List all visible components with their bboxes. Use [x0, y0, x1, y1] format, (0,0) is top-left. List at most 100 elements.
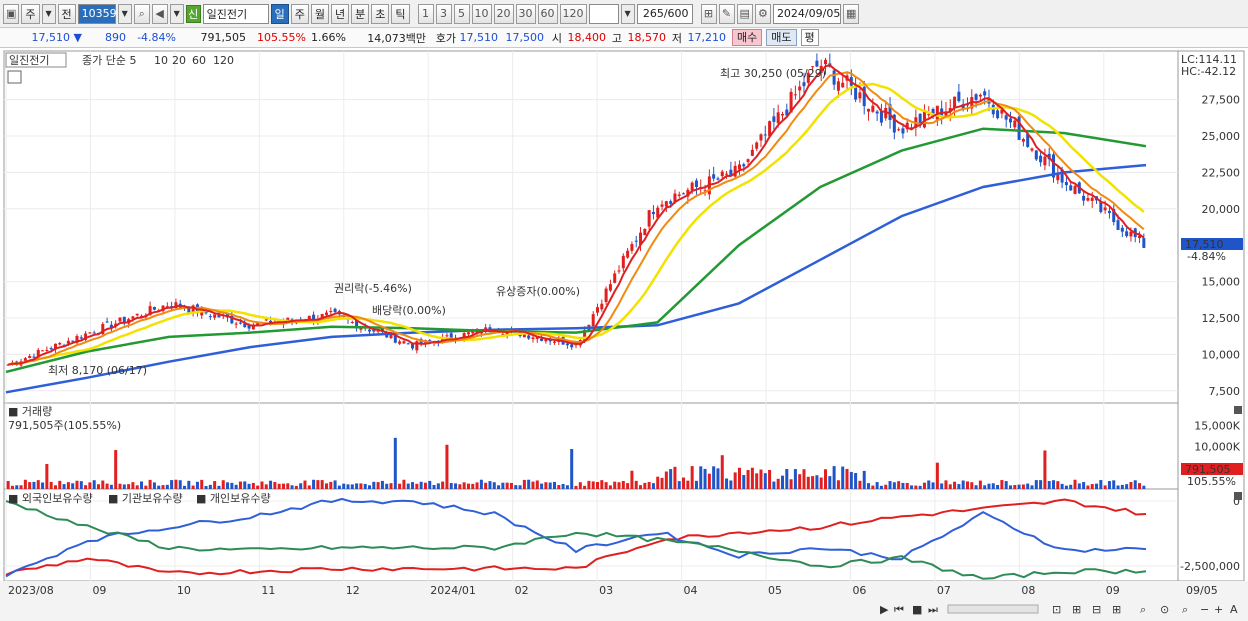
candle-body [1013, 120, 1017, 128]
interval-10[interactable]: 10 [471, 3, 492, 24]
calendar-icon[interactable]: ▦ [842, 3, 860, 24]
xtick-label: 02 [515, 584, 529, 597]
scroll-start-icon[interactable]: ⏮ [894, 603, 904, 616]
tab-second[interactable]: 초 [371, 3, 390, 24]
scroll-right-icon[interactable]: ▶ [880, 603, 889, 616]
bar-count-input[interactable]: 265/600 [636, 3, 693, 24]
search-icon[interactable]: ⌕ [133, 3, 150, 24]
candle-body [725, 173, 729, 175]
minus-icon[interactable]: − [1200, 603, 1209, 616]
stock-code-input[interactable]: 103590 [77, 3, 124, 24]
period-dropdown-icon[interactable]: ▼ [41, 3, 56, 24]
zoom-icon-2[interactable]: ⊞ [1072, 603, 1081, 616]
candle-body [1073, 185, 1077, 194]
draw-icon[interactable]: ✎ [718, 3, 735, 24]
volume-bar [183, 485, 187, 489]
annotation-low: 최저 8,170 (06/17) [48, 364, 147, 377]
interval-30[interactable]: 30 [515, 3, 536, 24]
tool-icon[interactable]: ⊞ [700, 3, 717, 24]
price-ytick: 15,000 [1202, 276, 1241, 289]
volume-bar [587, 480, 591, 489]
volume-bar [583, 485, 587, 489]
speaker-icon[interactable]: ◀ [151, 3, 168, 24]
custom-interval-dropdown-icon[interactable]: ▼ [620, 3, 635, 24]
volume-bar [660, 477, 664, 489]
stock-name-field[interactable]: 일진전기 [202, 3, 269, 24]
volume-bar [105, 483, 109, 489]
plus-icon[interactable]: + [1214, 603, 1223, 616]
zoom-icon-4[interactable]: ⊞ [1112, 603, 1121, 616]
code-dropdown-icon[interactable]: ▼ [117, 3, 132, 24]
zoom-out-icon[interactable]: ⌕ [1182, 603, 1188, 616]
tab-year[interactable]: 년 [331, 3, 350, 24]
price-ytick: 7,500 [1209, 385, 1241, 398]
volume-bar [471, 483, 475, 489]
prev-button[interactable]: 전 [57, 3, 76, 24]
window-menu-icon[interactable]: ▣ [3, 3, 20, 24]
date-input[interactable]: 2024/09/05 [772, 3, 841, 24]
sell-button[interactable]: 매도 [766, 29, 797, 46]
candle-body [552, 341, 556, 343]
volume-bar [527, 479, 531, 489]
interval-1[interactable]: 1 [417, 3, 434, 24]
tab-minute[interactable]: 분 [351, 3, 370, 24]
chart-canvas: 27,500 25,000 22,500 20,000 15,000 12,500 10,0… [0, 50, 1248, 621]
candle-body [466, 332, 470, 335]
volume-bar [815, 475, 819, 489]
volume-bar [1073, 479, 1077, 489]
zoom-search-icon[interactable]: ⌕ [1140, 603, 1146, 616]
volume-bar [1116, 485, 1120, 489]
volume-bar [892, 482, 896, 489]
tab-day[interactable]: 일 [270, 3, 289, 24]
zoom-icon-3[interactable]: ⊟ [1092, 603, 1101, 616]
volume-bar [324, 483, 328, 489]
volume-bar [914, 485, 918, 489]
tab-tick[interactable]: 틱 [391, 3, 410, 24]
candle-body [1142, 238, 1146, 248]
volume-bar [148, 479, 152, 489]
xtick-label: 05 [768, 584, 782, 597]
candle-body [540, 338, 544, 341]
holdings-close-icon[interactable] [1234, 492, 1242, 500]
legend-foreign: ■ 외국인보유수량 [8, 492, 93, 505]
tab-month[interactable]: 월 [310, 3, 330, 24]
font-size-icon[interactable]: A [1230, 603, 1238, 616]
volume-close-icon[interactable] [1234, 406, 1242, 414]
interval-20[interactable]: 20 [493, 3, 514, 24]
buy-button[interactable]: 매수 [732, 29, 763, 46]
volume-bar [350, 484, 354, 489]
horizontal-scrollbar[interactable] [947, 604, 1039, 614]
volume-bar [712, 466, 716, 489]
volume-bar [32, 481, 36, 489]
volume-bar [694, 480, 698, 489]
volume-bar [643, 482, 647, 489]
candle-body [682, 193, 686, 195]
zoom-fit-icon[interactable]: ⊙ [1160, 603, 1169, 616]
scroll-end-icon[interactable]: ⏭ [928, 603, 938, 616]
custom-interval-input[interactable] [588, 3, 619, 24]
volume-bar [664, 471, 668, 489]
price-ytick: 10,000 [1202, 348, 1241, 361]
table-icon[interactable] [7, 70, 22, 84]
interval-120[interactable]: 120 [559, 3, 587, 24]
candle-body [1043, 156, 1047, 166]
volume-bar [514, 485, 518, 489]
volume-bar [819, 477, 823, 489]
gear-icon[interactable]: ⚙ [754, 3, 771, 24]
volume-bar [372, 481, 376, 489]
interval-3[interactable]: 3 [435, 3, 452, 24]
stop-icon[interactable]: ■ [912, 603, 922, 616]
speaker-dropdown-icon[interactable]: ▼ [169, 3, 184, 24]
volume-bar [135, 485, 139, 489]
period-select[interactable]: 주 [21, 3, 40, 24]
zoom-icon-1[interactable]: ⊡ [1052, 603, 1061, 616]
tab-week[interactable]: 주 [290, 3, 309, 24]
candle-body [398, 341, 402, 344]
interval-5[interactable]: 5 [453, 3, 470, 24]
avg-button[interactable]: 평 [800, 29, 819, 46]
volume-bar [454, 483, 458, 489]
save-icon[interactable]: ▤ [736, 3, 753, 24]
interval-60[interactable]: 60 [537, 3, 558, 24]
volume-bar [953, 481, 957, 489]
candle-body [643, 228, 647, 236]
